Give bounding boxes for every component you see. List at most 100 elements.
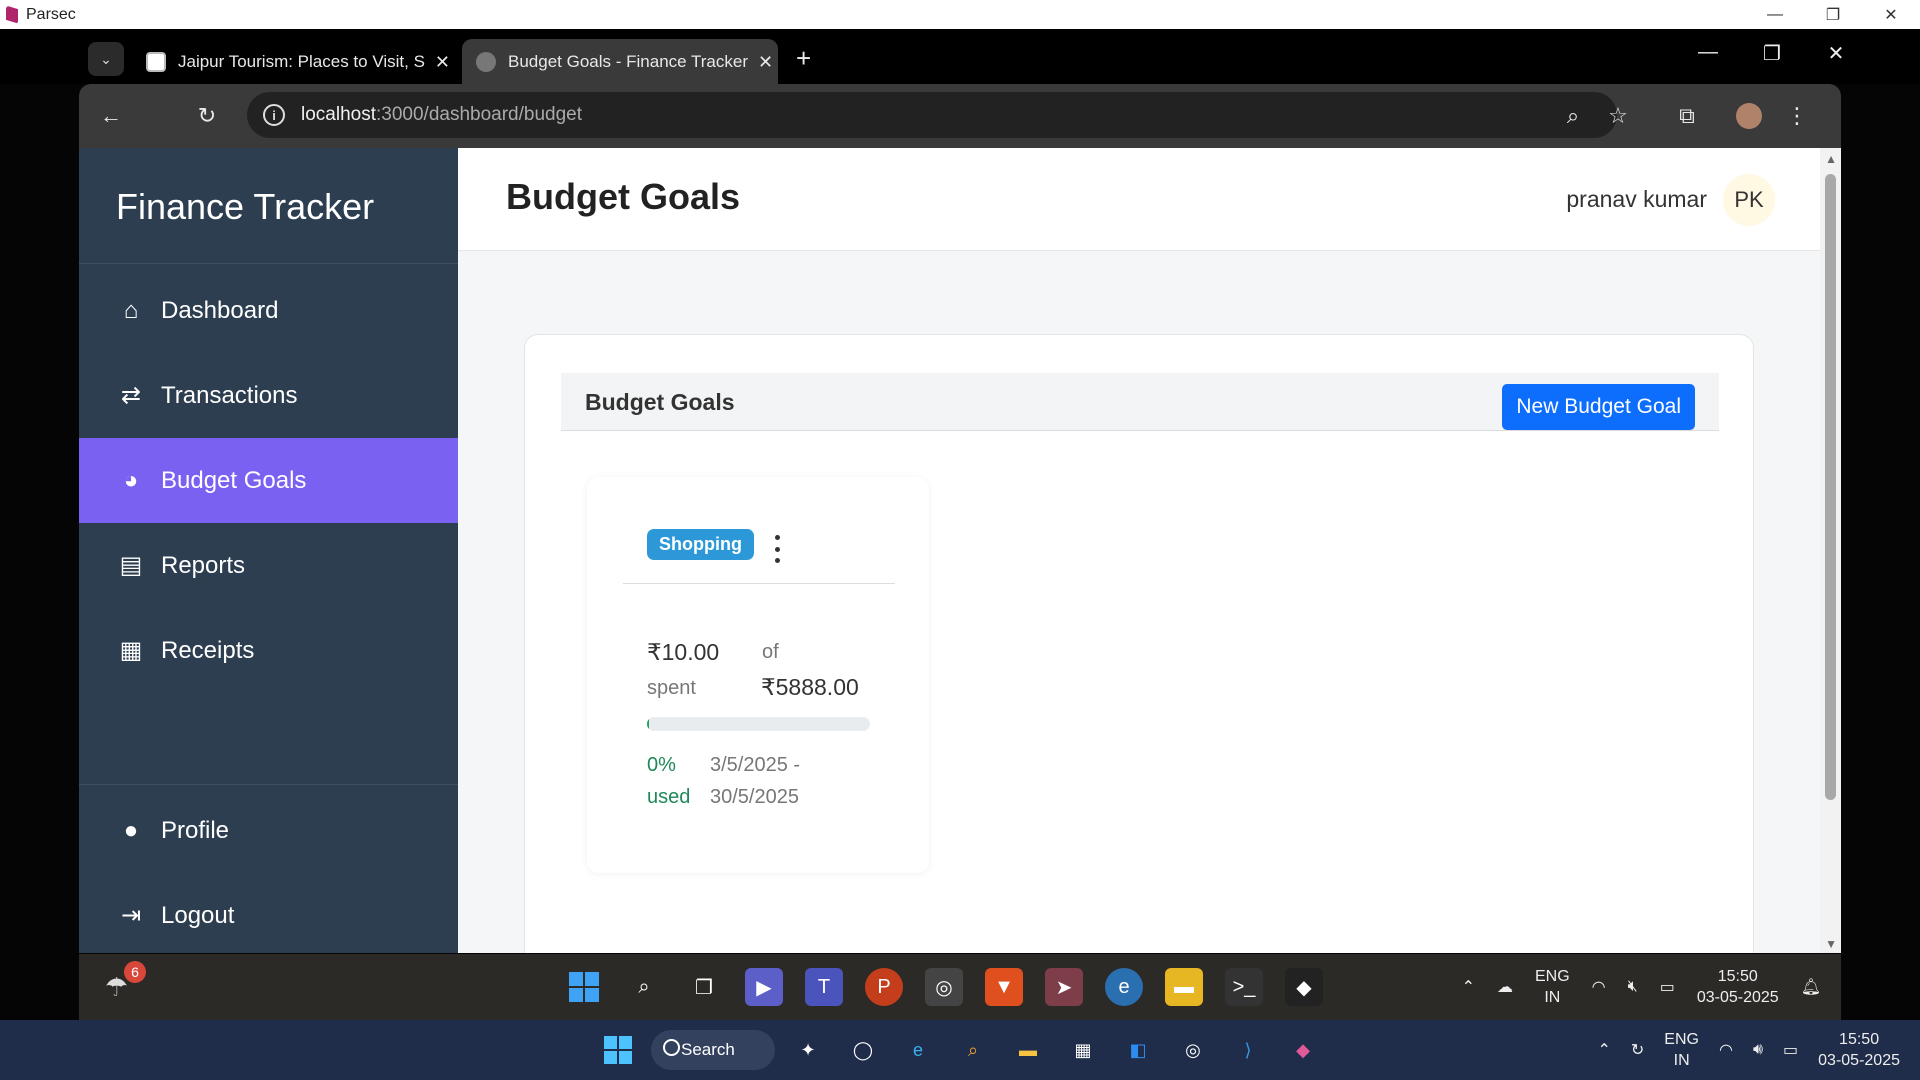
- language-indicator[interactable]: ENG IN: [1535, 966, 1570, 1008]
- extensions-icon[interactable]: ⧉: [1673, 102, 1701, 130]
- sidebar-item-transactions[interactable]: ⇄ Transactions: [79, 353, 458, 438]
- browser-window-controls: — ❐ ✕: [1694, 41, 1850, 66]
- reload-icon[interactable]: ↻: [193, 102, 221, 130]
- region-code: IN: [1673, 1052, 1690, 1069]
- scroll-thumb[interactable]: [1825, 174, 1836, 800]
- sidebar-item-reports[interactable]: ▤ Reports: [79, 523, 458, 608]
- browser-menu-icon[interactable]: ⋮: [1783, 102, 1811, 130]
- battery-icon[interactable]: ▭: [1660, 977, 1675, 997]
- clock-time: 15:50: [1839, 1031, 1880, 1048]
- page-scrollbar[interactable]: ▲ ▼: [1820, 148, 1841, 953]
- scroll-down-icon[interactable]: ▼: [1825, 937, 1837, 951]
- tab-budget-goals[interactable]: Budget Goals - Finance Tracker ✕: [462, 39, 778, 85]
- zoom-icon[interactable]: ⌕: [1559, 102, 1587, 130]
- copilot-icon[interactable]: ✦: [790, 1032, 826, 1068]
- clock[interactable]: 15:50 03-05-2025: [1818, 1029, 1900, 1071]
- remote-taskbar: ☂ 6 ⌕ ❐ ▶ T P ◎ ▼ ➤ e ▬ >_ ◆ ⌃ ☁ ENG IN …: [79, 954, 1841, 1020]
- main-content: Budget Goals pranav kumar PK Budget Goal…: [458, 148, 1841, 953]
- browser-tab-strip: ⌄ Jaipur Tourism: Places to Visit, S ✕ B…: [0, 29, 1920, 85]
- brave-icon[interactable]: ▼: [985, 968, 1023, 1006]
- browser-minimize-button[interactable]: —: [1694, 41, 1722, 66]
- telegram-icon[interactable]: ➤: [1045, 968, 1083, 1006]
- new-tab-button[interactable]: +: [796, 43, 811, 74]
- wifi-icon[interactable]: ◠: [1719, 1040, 1733, 1060]
- sync-icon[interactable]: ↻: [1631, 1040, 1644, 1060]
- date-range: 3/5/2025 - 30/5/2025: [710, 749, 830, 813]
- chrome-icon[interactable]: ◎: [1175, 1032, 1211, 1068]
- clock[interactable]: 15:50 03-05-2025: [1697, 966, 1779, 1008]
- user-name[interactable]: pranav kumar: [1566, 186, 1707, 213]
- tab-search-button[interactable]: ⌄: [88, 42, 124, 76]
- sidebar-item-budget-goals[interactable]: ◕ Budget Goals: [79, 438, 458, 523]
- app-box-icon[interactable]: ◆: [1285, 968, 1323, 1006]
- user-icon: ●: [123, 816, 139, 844]
- pie-chart-icon: ◕: [123, 466, 139, 494]
- onedrive-icon[interactable]: ☁: [1497, 977, 1513, 997]
- sidebar-item-dashboard[interactable]: ⌂ Dashboard: [79, 268, 458, 353]
- volume-muted-icon[interactable]: 🔇︎: [1628, 978, 1638, 996]
- terminal-icon[interactable]: >_: [1225, 968, 1263, 1006]
- scroll-up-icon[interactable]: ▲: [1825, 152, 1837, 166]
- sidebar-item-logout[interactable]: ⇥ Logout: [79, 873, 458, 953]
- parsec-title: Parsec: [26, 5, 76, 23]
- browser-close-button[interactable]: ✕: [1822, 41, 1850, 66]
- wifi-icon[interactable]: ◠: [1592, 977, 1606, 997]
- browser-maximize-button[interactable]: ❐: [1758, 41, 1786, 66]
- back-icon[interactable]: ←: [97, 102, 125, 130]
- globe-favicon-icon: [476, 52, 496, 72]
- sidebar-item-label: Budget Goals: [161, 466, 307, 494]
- file-explorer-icon[interactable]: ▬: [1010, 1032, 1046, 1068]
- powerpoint-icon[interactable]: P: [865, 968, 903, 1006]
- teams-icon[interactable]: T: [805, 968, 843, 1006]
- store-icon[interactable]: ▦: [1065, 1032, 1101, 1068]
- search-app-icon[interactable]: ⌕: [955, 1032, 991, 1068]
- volume-icon[interactable]: 🔊︎: [1753, 1041, 1763, 1059]
- sidebar-item-profile[interactable]: ● Profile: [79, 788, 458, 873]
- tray-overflow-icon[interactable]: ⌃: [1462, 977, 1475, 997]
- file-explorer-icon[interactable]: ▬: [1165, 968, 1203, 1006]
- tab-label: Budget Goals - Finance Tracker: [508, 52, 749, 71]
- logout-icon: ⇥: [120, 902, 142, 929]
- sidebar-item-label: Logout: [161, 901, 235, 929]
- taskbar-search[interactable]: Search: [651, 1030, 775, 1070]
- vscode-icon[interactable]: ⟩: [1230, 1032, 1266, 1068]
- start-icon[interactable]: [565, 968, 603, 1006]
- spent-label: spent: [647, 677, 696, 699]
- meet-icon[interactable]: ▶: [745, 968, 783, 1006]
- bookmark-star-icon[interactable]: ☆: [1604, 102, 1632, 130]
- page-viewport: Finance Tracker ⌂ Dashboard ⇄ Transactio…: [79, 148, 1841, 953]
- edge-icon[interactable]: e: [1105, 968, 1143, 1006]
- budget-progress-fill: [647, 717, 649, 731]
- profile-avatar-icon[interactable]: [1735, 102, 1763, 130]
- percent-value: 0%: [647, 754, 676, 776]
- tab-close-icon[interactable]: ✕: [748, 52, 773, 73]
- sidebar-item-receipts[interactable]: ▦ Receipts: [79, 608, 458, 693]
- budget-progress-bar: [647, 717, 870, 731]
- address-bar[interactable]: i localhost :3000/dashboard/budget: [247, 92, 1617, 138]
- parsec-minimize-button[interactable]: —: [1746, 0, 1804, 29]
- task-view-icon[interactable]: ❐: [685, 968, 723, 1006]
- notes-icon[interactable]: ◧: [1120, 1032, 1156, 1068]
- budget-total: ₹5888.00: [761, 674, 859, 700]
- tray-overflow-icon[interactable]: ⌃: [1597, 1040, 1610, 1060]
- parsec-maximize-button[interactable]: ❐: [1804, 0, 1862, 29]
- parsec-close-button[interactable]: ✕: [1862, 0, 1920, 29]
- language-indicator[interactable]: ENG IN: [1664, 1029, 1699, 1071]
- new-budget-goal-button[interactable]: New Budget Goal: [1502, 384, 1695, 430]
- start-icon[interactable]: [600, 1032, 636, 1068]
- search-icon[interactable]: ⌕: [625, 968, 663, 1006]
- battery-icon[interactable]: ▭: [1783, 1040, 1798, 1060]
- parsec-logo-icon: [6, 5, 18, 24]
- edge-icon[interactable]: e: [900, 1032, 936, 1068]
- tab-close-icon[interactable]: ✕: [425, 52, 450, 73]
- more-options-icon[interactable]: [772, 535, 782, 563]
- home-icon: ⌂: [123, 296, 139, 324]
- chrome-icon[interactable]: ◎: [925, 968, 963, 1006]
- notification-bell-icon[interactable]: 🔔︎: [1801, 977, 1821, 997]
- site-info-icon[interactable]: i: [263, 104, 285, 126]
- parsec-icon[interactable]: ◆: [1285, 1032, 1321, 1068]
- local-taskbar: Search ✦ ◯ e ⌕ ▬ ▦ ◧ ◎ ⟩ ◆ ⌃ ↻ ENG IN ◠ …: [0, 1020, 1920, 1080]
- tab-jaipur-tourism[interactable]: Jaipur Tourism: Places to Visit, S ✕: [132, 39, 452, 85]
- avatar[interactable]: PK: [1723, 174, 1775, 226]
- cortana-icon[interactable]: ◯: [845, 1032, 881, 1068]
